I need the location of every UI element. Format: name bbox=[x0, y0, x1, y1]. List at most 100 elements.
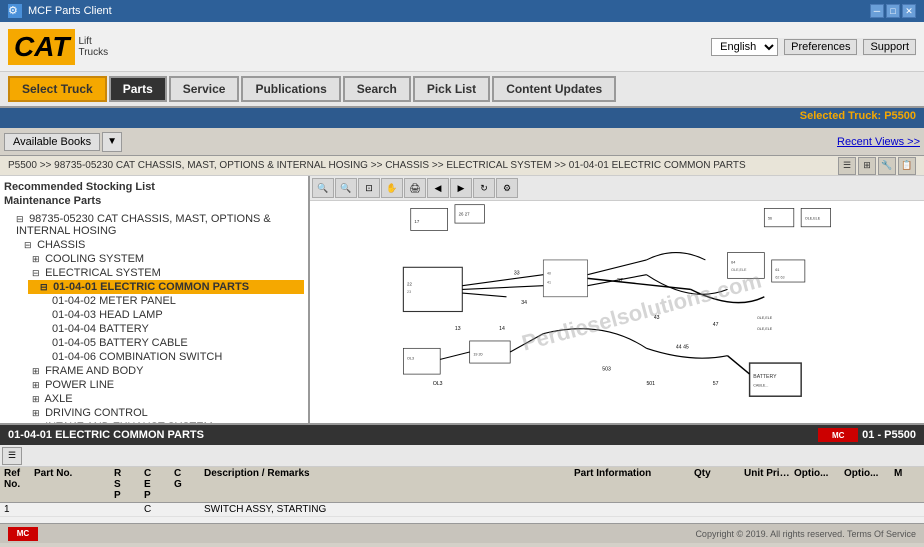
main-content: Recommended Stocking List Maintenance Pa… bbox=[0, 176, 924, 423]
tree-item-electric-common[interactable]: ⊟ 01-04-01 ELECTRIC COMMON PARTS bbox=[28, 280, 304, 294]
svg-text:47: 47 bbox=[713, 322, 719, 328]
tree-chassis[interactable]: ⊟ CHASSIS bbox=[12, 238, 304, 252]
recent-views-link[interactable]: Recent Views >> bbox=[837, 136, 920, 148]
language-select[interactable]: English bbox=[711, 38, 778, 56]
rotate-button[interactable]: ↻ bbox=[473, 178, 495, 198]
cell-ref: 1 bbox=[2, 504, 32, 515]
footer-logo-box: MC bbox=[8, 527, 38, 541]
tree-item-head-lamp[interactable]: 01-04-03 HEAD LAMP bbox=[28, 308, 304, 322]
svg-text:61: 61 bbox=[775, 268, 779, 272]
selected-truck-bar: Selected Truck: P5500 bbox=[0, 108, 924, 128]
cell-info bbox=[572, 504, 692, 515]
col-c: CEP bbox=[142, 468, 172, 501]
parts-toolbar-btn[interactable]: ☰ bbox=[2, 447, 22, 465]
tree-item-combination-switch[interactable]: 01-04-06 COMBINATION SWITCH bbox=[28, 350, 304, 364]
preferences-button[interactable]: Preferences bbox=[784, 39, 857, 55]
print-button[interactable]: 🖨 bbox=[404, 178, 426, 198]
tree-item-label: INTAKE AND EXHAUST SYSTEM bbox=[45, 421, 213, 423]
tree-item-label: DRIVING CONTROL bbox=[45, 407, 148, 419]
tab-publications[interactable]: Publications bbox=[241, 76, 340, 102]
col-cg: CG bbox=[172, 468, 202, 501]
diagram-icon[interactable]: 🔧 bbox=[878, 157, 896, 175]
cell-r bbox=[112, 504, 142, 515]
tree-item-intake[interactable]: ⊞ INTAKE AND EXHAUST SYSTEM bbox=[20, 420, 304, 423]
cell-opt2 bbox=[842, 504, 892, 515]
svg-text:OLE,ELE: OLE,ELE bbox=[731, 268, 747, 272]
maintenance-parts-link[interactable]: Maintenance Parts bbox=[4, 194, 304, 208]
tree-chassis-group: ⊟ CHASSIS ⊞ COOLING SYSTEM ⊟ ELECTRICAL … bbox=[4, 238, 304, 423]
prev-button[interactable]: ◀ bbox=[427, 178, 449, 198]
window-controls: ─ □ ✕ bbox=[870, 4, 916, 18]
cell-cep: C bbox=[142, 504, 172, 515]
expand-icon: ⊟ bbox=[16, 214, 26, 225]
available-books-button[interactable]: Available Books bbox=[4, 133, 100, 151]
books-arrow-button[interactable]: ▼ bbox=[102, 132, 122, 152]
selected-truck-label: Selected Truck: bbox=[800, 110, 881, 122]
cat-logo: CAT LiftTrucks bbox=[8, 29, 108, 65]
tree-root[interactable]: ⊟ 98735-05230 CAT CHASSIS, MAST, OPTIONS… bbox=[4, 212, 304, 238]
parts-panel: 01-04-01 ELECTRIC COMMON PARTS MC 01 - P… bbox=[0, 423, 924, 523]
fit-button[interactable]: ⊡ bbox=[358, 178, 380, 198]
tree-root-label: 98735-05230 CAT CHASSIS, MAST, OPTIONS &… bbox=[16, 213, 271, 237]
support-button[interactable]: Support bbox=[863, 39, 916, 55]
svg-text:62 63: 62 63 bbox=[775, 275, 784, 279]
svg-text:OL3: OL3 bbox=[407, 356, 414, 360]
tab-pick-list[interactable]: Pick List bbox=[413, 76, 490, 102]
diagram-toolbar: 🔍 🔍 ⊡ ✋ 🖨 ◀ ▶ ↻ ⚙ bbox=[310, 176, 924, 201]
tree-item-battery[interactable]: 01-04-04 BATTERY bbox=[28, 322, 304, 336]
tree-item-label: POWER LINE bbox=[45, 379, 114, 391]
tree-item-label: AXLE bbox=[44, 393, 72, 405]
tree-item-driving[interactable]: ⊞ DRIVING CONTROL bbox=[20, 406, 304, 420]
zoom-out-button[interactable]: 🔍 bbox=[335, 178, 357, 198]
books-bar: Available Books ▼ Recent Views >> bbox=[0, 128, 924, 156]
tab-select-truck[interactable]: Select Truck bbox=[8, 76, 107, 102]
expand-icon: ⊞ bbox=[32, 254, 42, 265]
export-icon[interactable]: 📋 bbox=[898, 157, 916, 175]
tree-item-electrical[interactable]: ⊟ ELECTRICAL SYSTEM bbox=[20, 266, 304, 280]
footer-logo: MC bbox=[8, 527, 38, 541]
tab-content-updates[interactable]: Content Updates bbox=[492, 76, 616, 102]
tree-item-power-line[interactable]: ⊞ POWER LINE bbox=[20, 378, 304, 392]
tab-parts[interactable]: Parts bbox=[109, 76, 167, 102]
diagram-content: Perdieselsolutions.com 17 26 27 56 OL bbox=[310, 201, 924, 422]
tree-electrical-sub: ⊟ 01-04-01 ELECTRIC COMMON PARTS 01-04-0… bbox=[20, 280, 304, 364]
parts-table-header: RefNo. Part No. RSP CEP CG Description /… bbox=[0, 467, 924, 503]
tree-item-cooling[interactable]: ⊞ COOLING SYSTEM bbox=[20, 252, 304, 266]
parts-panel-toolbar: ☰ bbox=[0, 445, 924, 467]
tab-service[interactable]: Service bbox=[169, 76, 240, 102]
cat-subtitle: LiftTrucks bbox=[78, 36, 108, 58]
next-button[interactable]: ▶ bbox=[450, 178, 472, 198]
close-button[interactable]: ✕ bbox=[902, 4, 916, 18]
tree-item-label: FRAME AND BODY bbox=[45, 365, 143, 377]
tree-item-frame[interactable]: ⊞ FRAME AND BODY bbox=[20, 364, 304, 378]
tree-item-axle[interactable]: ⊞ AXLE bbox=[20, 392, 304, 406]
pan-button[interactable]: ✋ bbox=[381, 178, 403, 198]
expand-icon: ⊞ bbox=[32, 380, 42, 391]
svg-text:23: 23 bbox=[407, 290, 411, 294]
svg-text:26 27: 26 27 bbox=[459, 212, 471, 217]
maximize-button[interactable]: □ bbox=[886, 4, 900, 18]
svg-text:OLE,ELE: OLE,ELE bbox=[757, 316, 773, 320]
cell-cg bbox=[172, 504, 202, 515]
tree-item-meter-panel[interactable]: 01-04-02 METER PANEL bbox=[28, 294, 304, 308]
recommended-stocking-link[interactable]: Recommended Stocking List bbox=[4, 180, 304, 194]
cell-qty bbox=[692, 504, 742, 515]
col-qty: Qty bbox=[692, 468, 742, 501]
col-option2: Optio... bbox=[842, 468, 892, 501]
tools-button[interactable]: ⚙ bbox=[496, 178, 518, 198]
tab-search[interactable]: Search bbox=[343, 76, 411, 102]
col-ref-no: RefNo. bbox=[2, 468, 32, 501]
svg-text:OL3: OL3 bbox=[433, 381, 443, 387]
svg-text:CABLE...: CABLE... bbox=[753, 384, 768, 388]
minimize-button[interactable]: ─ bbox=[870, 4, 884, 18]
svg-text:OLE,ELE: OLE,ELE bbox=[805, 216, 821, 220]
parts-panel-header: 01-04-01 ELECTRIC COMMON PARTS MC 01 - P… bbox=[0, 425, 924, 445]
expand-icon: ⊟ bbox=[40, 282, 50, 293]
tree-item-battery-cable[interactable]: 01-04-05 BATTERY CABLE bbox=[28, 336, 304, 350]
zoom-in-button[interactable]: 🔍 bbox=[312, 178, 334, 198]
svg-text:56: 56 bbox=[768, 216, 772, 220]
svg-text:501: 501 bbox=[646, 381, 655, 387]
expand-icon: ⊟ bbox=[32, 268, 42, 279]
list-view-icon[interactable]: ☰ bbox=[838, 157, 856, 175]
grid-view-icon[interactable]: ⊞ bbox=[858, 157, 876, 175]
